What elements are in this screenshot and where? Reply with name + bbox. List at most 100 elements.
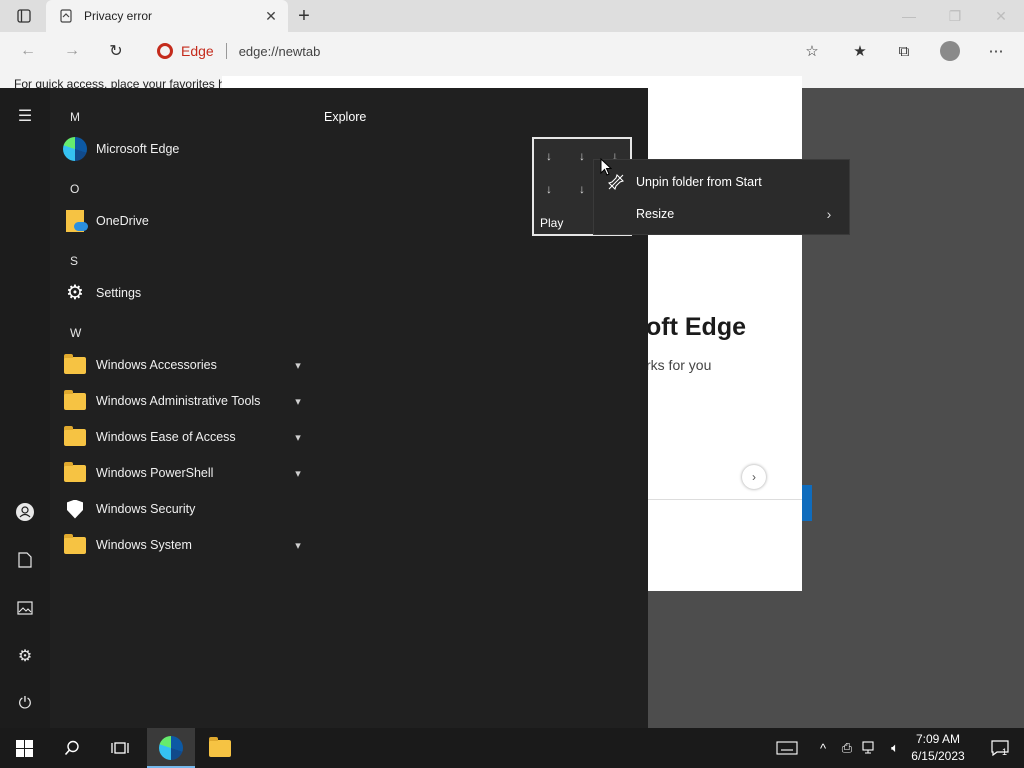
- dialog-heading: oft Edge: [646, 313, 746, 341]
- clock-time: 7:09 AM: [915, 732, 961, 746]
- search-icon[interactable]: [48, 728, 96, 768]
- app-label: Windows PowerShell: [96, 466, 214, 480]
- blank-icon: [608, 206, 624, 222]
- edge-icon: [159, 736, 183, 760]
- onedrive-icon: [62, 208, 88, 234]
- edge-logo-icon: [157, 43, 173, 59]
- next-arrow-icon[interactable]: ›: [742, 465, 766, 489]
- chevron-down-icon: ▾: [295, 431, 301, 444]
- browser-tab[interactable]: Privacy error ✕: [46, 0, 288, 32]
- app-settings[interactable]: ⚙ Settings: [60, 276, 306, 310]
- letter-header-w[interactable]: W: [70, 326, 81, 340]
- taskbar: ^ ⎙ 🔈︎ 7:09 AM 6/15/2023 1: [0, 728, 1024, 768]
- start-rail: ☰ ⚙ ⏻: [0, 88, 50, 728]
- new-tab-button[interactable]: +: [292, 5, 316, 27]
- meet-now-icon[interactable]: ⎙: [838, 728, 856, 768]
- title-bar: Privacy error ✕ + — ❐ ✕: [0, 0, 1024, 32]
- restore-icon[interactable]: ❐: [932, 0, 978, 32]
- file-explorer-icon[interactable]: [196, 728, 244, 768]
- notification-center-icon[interactable]: 1: [990, 738, 1010, 758]
- chevron-down-icon: ▾: [295, 359, 301, 372]
- app-label: Windows Accessories: [96, 358, 217, 372]
- document-warning-icon: [58, 8, 74, 24]
- settings-gear-icon[interactable]: ⚙: [0, 634, 50, 678]
- pictures-icon[interactable]: [0, 586, 50, 630]
- task-view-icon[interactable]: [96, 728, 144, 768]
- folder-icon: [62, 460, 88, 486]
- dialog-divider: [646, 499, 802, 500]
- collections-icon[interactable]: ⧉: [892, 40, 916, 62]
- clock-date: 6/15/2023: [911, 749, 965, 763]
- edge-icon: [62, 136, 88, 162]
- app-windows-ease-of-access[interactable]: Windows Ease of Access ▾: [60, 420, 306, 454]
- folder-icon: [62, 532, 88, 558]
- app-label: Microsoft Edge: [96, 142, 180, 156]
- address-field[interactable]: Edge edge://newtab: [145, 37, 835, 65]
- network-icon[interactable]: [860, 728, 880, 768]
- documents-icon[interactable]: [0, 538, 50, 582]
- chevron-down-icon: ▾: [295, 539, 301, 552]
- taskbar-edge-button[interactable]: [147, 728, 195, 768]
- app-microsoft-edge[interactable]: Microsoft Edge: [60, 132, 306, 166]
- more-options-icon[interactable]: ⋯: [984, 40, 1008, 62]
- menu-item-label: Resize: [636, 207, 675, 221]
- dialog-subtext: rks for you: [646, 357, 712, 373]
- window-controls: — ❐ ✕: [886, 0, 1024, 32]
- folder-icon: [62, 424, 88, 450]
- app-onedrive[interactable]: OneDrive: [60, 204, 306, 238]
- app-windows-system[interactable]: Windows System ▾: [60, 528, 306, 562]
- dialog-primary-button[interactable]: [802, 485, 812, 521]
- shield-icon: [62, 496, 88, 522]
- favorites-icon[interactable]: ★: [848, 40, 872, 62]
- app-label: Settings: [96, 286, 142, 300]
- forward-arrow-icon[interactable]: →: [60, 40, 84, 62]
- app-windows-administrative-tools[interactable]: Windows Administrative Tools ▾: [60, 384, 306, 418]
- edge-badge-label: Edge: [181, 43, 214, 59]
- chevron-up-icon[interactable]: ^: [814, 728, 832, 768]
- app-windows-accessories[interactable]: Windows Accessories ▾: [60, 348, 306, 382]
- power-icon[interactable]: ⏻: [0, 682, 50, 726]
- letter-header-s[interactable]: S: [70, 254, 78, 268]
- folder-icon: [62, 388, 88, 414]
- taskbar-clock[interactable]: 7:09 AM 6/15/2023: [906, 731, 970, 765]
- app-windows-security[interactable]: Windows Security: [60, 492, 306, 526]
- download-arrow-icon: ↓: [579, 182, 585, 196]
- menu-item-label: Unpin folder from Start: [636, 175, 762, 189]
- gear-icon: ⚙: [66, 282, 84, 304]
- app-label: Windows System: [96, 538, 192, 552]
- add-favorite-icon[interactable]: ☆: [800, 40, 824, 62]
- volume-muted-icon[interactable]: 🔈︎: [884, 728, 906, 768]
- keyboard-icon[interactable]: [774, 728, 800, 768]
- close-window-icon[interactable]: ✕: [978, 0, 1024, 32]
- edge-badge: Edge: [157, 43, 214, 59]
- tab-actions-icon[interactable]: [10, 7, 38, 25]
- start-button[interactable]: [0, 728, 48, 768]
- user-account-icon[interactable]: [0, 490, 50, 534]
- url-separator: [225, 43, 227, 59]
- start-menu: ☰ ⚙ ⏻ M Microsoft Edge O OneDrive S ⚙ Se…: [0, 88, 648, 728]
- tile-context-menu: Unpin folder from Start Resize ›: [593, 159, 850, 235]
- refresh-icon[interactable]: ↻: [104, 40, 128, 62]
- tab-title: Privacy error: [84, 9, 153, 23]
- app-label: Windows Ease of Access: [96, 430, 236, 444]
- app-label: Windows Administrative Tools: [96, 394, 261, 408]
- menu-item-unpin-folder[interactable]: Unpin folder from Start: [594, 166, 851, 198]
- profile-avatar[interactable]: [940, 41, 960, 61]
- unpin-icon: [608, 174, 624, 190]
- chevron-down-icon: ▾: [295, 467, 301, 480]
- notification-count: 1: [1002, 747, 1008, 757]
- app-label: OneDrive: [96, 214, 149, 228]
- app-windows-powershell[interactable]: Windows PowerShell ▾: [60, 456, 306, 490]
- letter-header-m[interactable]: M: [70, 110, 80, 124]
- download-arrow-icon: ↓: [546, 149, 552, 163]
- folder-icon: [62, 352, 88, 378]
- explore-group-title[interactable]: Explore: [324, 110, 366, 124]
- minimize-icon[interactable]: —: [886, 0, 932, 32]
- hamburger-menu-icon[interactable]: ☰: [0, 94, 50, 138]
- windows-logo-icon: [15, 739, 33, 757]
- back-arrow-icon[interactable]: ←: [16, 40, 40, 62]
- app-label: Windows Security: [96, 502, 196, 516]
- letter-header-o[interactable]: O: [70, 182, 79, 196]
- menu-item-resize[interactable]: Resize ›: [594, 198, 851, 230]
- close-tab-icon[interactable]: ✕: [260, 5, 282, 27]
